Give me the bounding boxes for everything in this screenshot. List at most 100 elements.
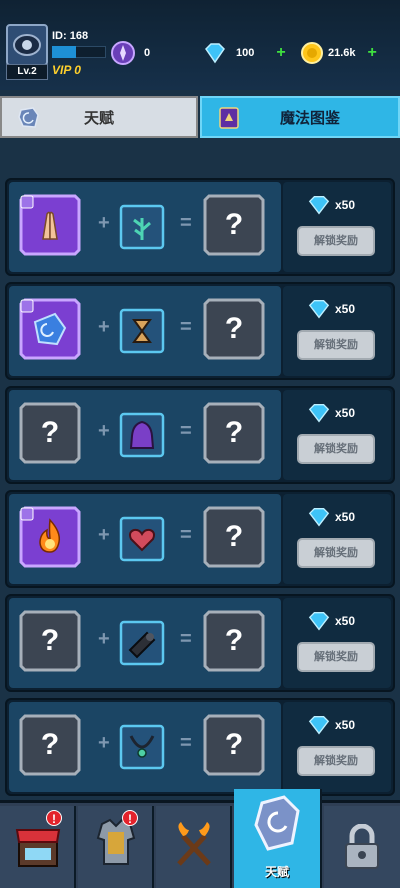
- reward-amount: x50: [335, 198, 356, 212]
- unlock-reward-button[interactable]: 解锁奖励: [297, 434, 375, 464]
- shop-alert-badge: !: [46, 810, 62, 826]
- eye-emblem-icon: [13, 34, 41, 56]
- diamond-icon: [308, 508, 330, 527]
- shop-icon: [15, 829, 61, 867]
- unknown-base: ?: [40, 728, 60, 761]
- gem-reward: x50: [307, 402, 355, 424]
- plus-operator: +: [98, 732, 110, 754]
- unknown-result: ?: [224, 312, 244, 345]
- player-avatar[interactable]: [6, 24, 48, 66]
- equals-operator: =: [180, 628, 192, 650]
- unknown-result: ?: [224, 208, 244, 241]
- praying-hands-icon[interactable]: [19, 194, 81, 256]
- blue-gem-icon[interactable]: [19, 298, 81, 360]
- unlock-reward-button[interactable]: 解锁奖励: [297, 538, 375, 568]
- vip-level: VIP 0: [52, 63, 81, 77]
- locked-base-slot[interactable]: ?: [19, 714, 81, 776]
- unknown-result: ?: [224, 624, 244, 657]
- necklace-icon[interactable]: [119, 724, 165, 770]
- tab-talent-label: 天赋: [83, 109, 114, 127]
- add-gems-button[interactable]: +: [276, 44, 285, 62]
- nav-equipment[interactable]: !: [78, 806, 154, 888]
- diamond-icon: [308, 300, 330, 319]
- nav-talent-label: 天赋: [264, 865, 289, 879]
- recipe-row: + = ? x50 解锁奖励: [5, 178, 395, 276]
- locked-base-slot[interactable]: ?: [19, 402, 81, 464]
- unknown-base: ?: [40, 416, 60, 449]
- nav-locked[interactable]: [324, 806, 400, 888]
- purple-cloak-icon[interactable]: [119, 412, 165, 458]
- unknown-base: ?: [40, 624, 60, 657]
- tab-magic-codex[interactable]: 魔法图鉴: [200, 96, 400, 138]
- locked-result-slot[interactable]: ?: [203, 610, 265, 672]
- reward-amount: x50: [335, 510, 356, 524]
- unlock-reward-button[interactable]: 解锁奖励: [297, 330, 375, 360]
- crossed-torches-icon: [177, 822, 211, 866]
- unknown-result: ?: [224, 416, 244, 449]
- nav-shop[interactable]: !: [0, 806, 76, 888]
- rune-stone-icon: [254, 795, 300, 851]
- gem-reward: x50: [307, 610, 355, 632]
- plus-operator: +: [98, 628, 110, 650]
- equals-operator: =: [180, 212, 192, 234]
- locked-result-slot[interactable]: ?: [203, 714, 265, 776]
- add-gold-button[interactable]: +: [368, 44, 377, 62]
- plus-operator: +: [98, 212, 110, 234]
- gem-reward: x50: [307, 714, 355, 736]
- tab-magic-label: 魔法图鉴: [279, 109, 340, 127]
- tab-talent[interactable]: 天赋: [0, 96, 198, 138]
- diamond-icon: [308, 612, 330, 631]
- plus-operator: +: [98, 420, 110, 442]
- equipment-alert-badge: !: [122, 810, 138, 826]
- recipe-list: + = ? x50 解锁奖励 + = ? x50 解锁奖励 ? + = ? x5…: [5, 178, 395, 802]
- player-level: Lv.2: [6, 64, 48, 80]
- gem-resource: 100 +: [202, 40, 286, 66]
- purple-orb-icon: [111, 41, 135, 65]
- hourglass-icon[interactable]: [119, 308, 165, 354]
- diamond-icon: [308, 404, 330, 423]
- unlock-reward-button[interactable]: 解锁奖励: [297, 226, 375, 256]
- unlock-reward-button[interactable]: 解锁奖励: [297, 642, 375, 672]
- nav-talent[interactable]: 天赋: [234, 789, 322, 888]
- equals-operator: =: [180, 524, 192, 546]
- recipe-row: ? + = ? x50 解锁奖励: [5, 698, 395, 796]
- herb-icon[interactable]: [119, 204, 165, 250]
- gem-reward: x50: [307, 194, 355, 216]
- lock-icon: [345, 824, 379, 869]
- equals-operator: =: [180, 420, 192, 442]
- player-id: ID: 168: [52, 30, 89, 42]
- fireball-icon[interactable]: [19, 506, 81, 568]
- reward-amount: x50: [335, 718, 356, 732]
- gem-reward: x50: [307, 298, 355, 320]
- diamond-icon: [205, 43, 225, 64]
- reward-amount: x50: [335, 406, 356, 420]
- gem-reward: x50: [307, 506, 355, 528]
- recipe-row: + = ? x50 解锁奖励: [5, 282, 395, 380]
- gold-coin-icon: [301, 42, 323, 64]
- unknown-result: ?: [224, 520, 244, 553]
- diamond-icon: [308, 196, 330, 215]
- equals-operator: =: [180, 732, 192, 754]
- nav-battle[interactable]: [156, 806, 232, 888]
- plus-operator: +: [98, 524, 110, 546]
- bottom-navigation: ! ! 天赋: [0, 789, 400, 888]
- locked-result-slot[interactable]: ?: [203, 402, 265, 464]
- orb-count: 0: [144, 47, 151, 59]
- locked-result-slot[interactable]: ?: [203, 194, 265, 256]
- unlock-reward-button[interactable]: 解锁奖励: [297, 746, 375, 776]
- diamond-icon: [308, 716, 330, 735]
- heart-icon[interactable]: [119, 516, 165, 562]
- top-status-bar: Lv.2 ID: 168 VIP 0 0 100 + 21.6k +: [0, 0, 400, 90]
- unknown-result: ?: [224, 728, 244, 761]
- recipe-row: ? + = ? x50 解锁奖励: [5, 386, 395, 484]
- locked-result-slot[interactable]: ?: [203, 298, 265, 360]
- locked-base-slot[interactable]: ?: [19, 610, 81, 672]
- gem-count: 100: [236, 47, 255, 59]
- orb-resource: 0: [110, 40, 150, 66]
- cannon-icon[interactable]: [119, 620, 165, 666]
- locked-result-slot[interactable]: ?: [203, 506, 265, 568]
- equals-operator: =: [180, 316, 192, 338]
- xp-bar-fill: [52, 46, 76, 58]
- recipe-row: ? + = ? x50 解锁奖励: [5, 594, 395, 692]
- reward-amount: x50: [335, 614, 356, 628]
